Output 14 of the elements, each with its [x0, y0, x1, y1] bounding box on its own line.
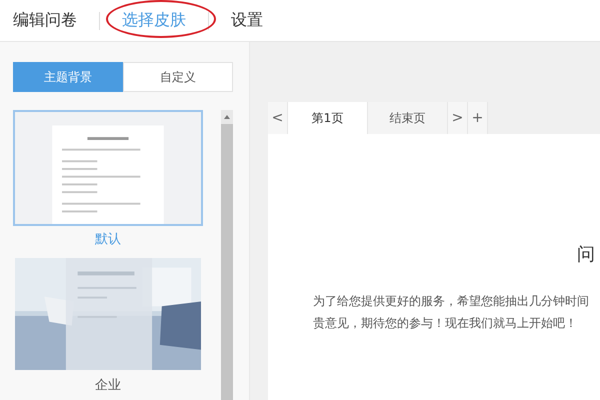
- page-tab[interactable]: 结束页: [368, 102, 448, 134]
- intro-text: 贵意见，期待您的参与！现在我们就马上开始吧！: [313, 315, 578, 332]
- segment-tab[interactable]: 自定义: [123, 62, 233, 92]
- page-tab[interactable]: 第1页: [288, 102, 368, 134]
- nav-tab[interactable]: 编辑问卷: [13, 10, 77, 31]
- intro-text: 为了给您提供更好的服务，希望您能抽出几分钟时间: [313, 293, 590, 310]
- scroll-up-icon[interactable]: [221, 110, 233, 124]
- skin-label: 企业: [95, 377, 121, 394]
- survey-title: 问: [577, 243, 596, 266]
- previous-tab-button[interactable]: <: [268, 102, 288, 134]
- skin-label: 默认: [95, 231, 121, 248]
- next-tab-button[interactable]: >: [448, 102, 468, 134]
- add-page-button[interactable]: +: [468, 102, 488, 134]
- nav-tab[interactable]: 设置: [231, 10, 263, 31]
